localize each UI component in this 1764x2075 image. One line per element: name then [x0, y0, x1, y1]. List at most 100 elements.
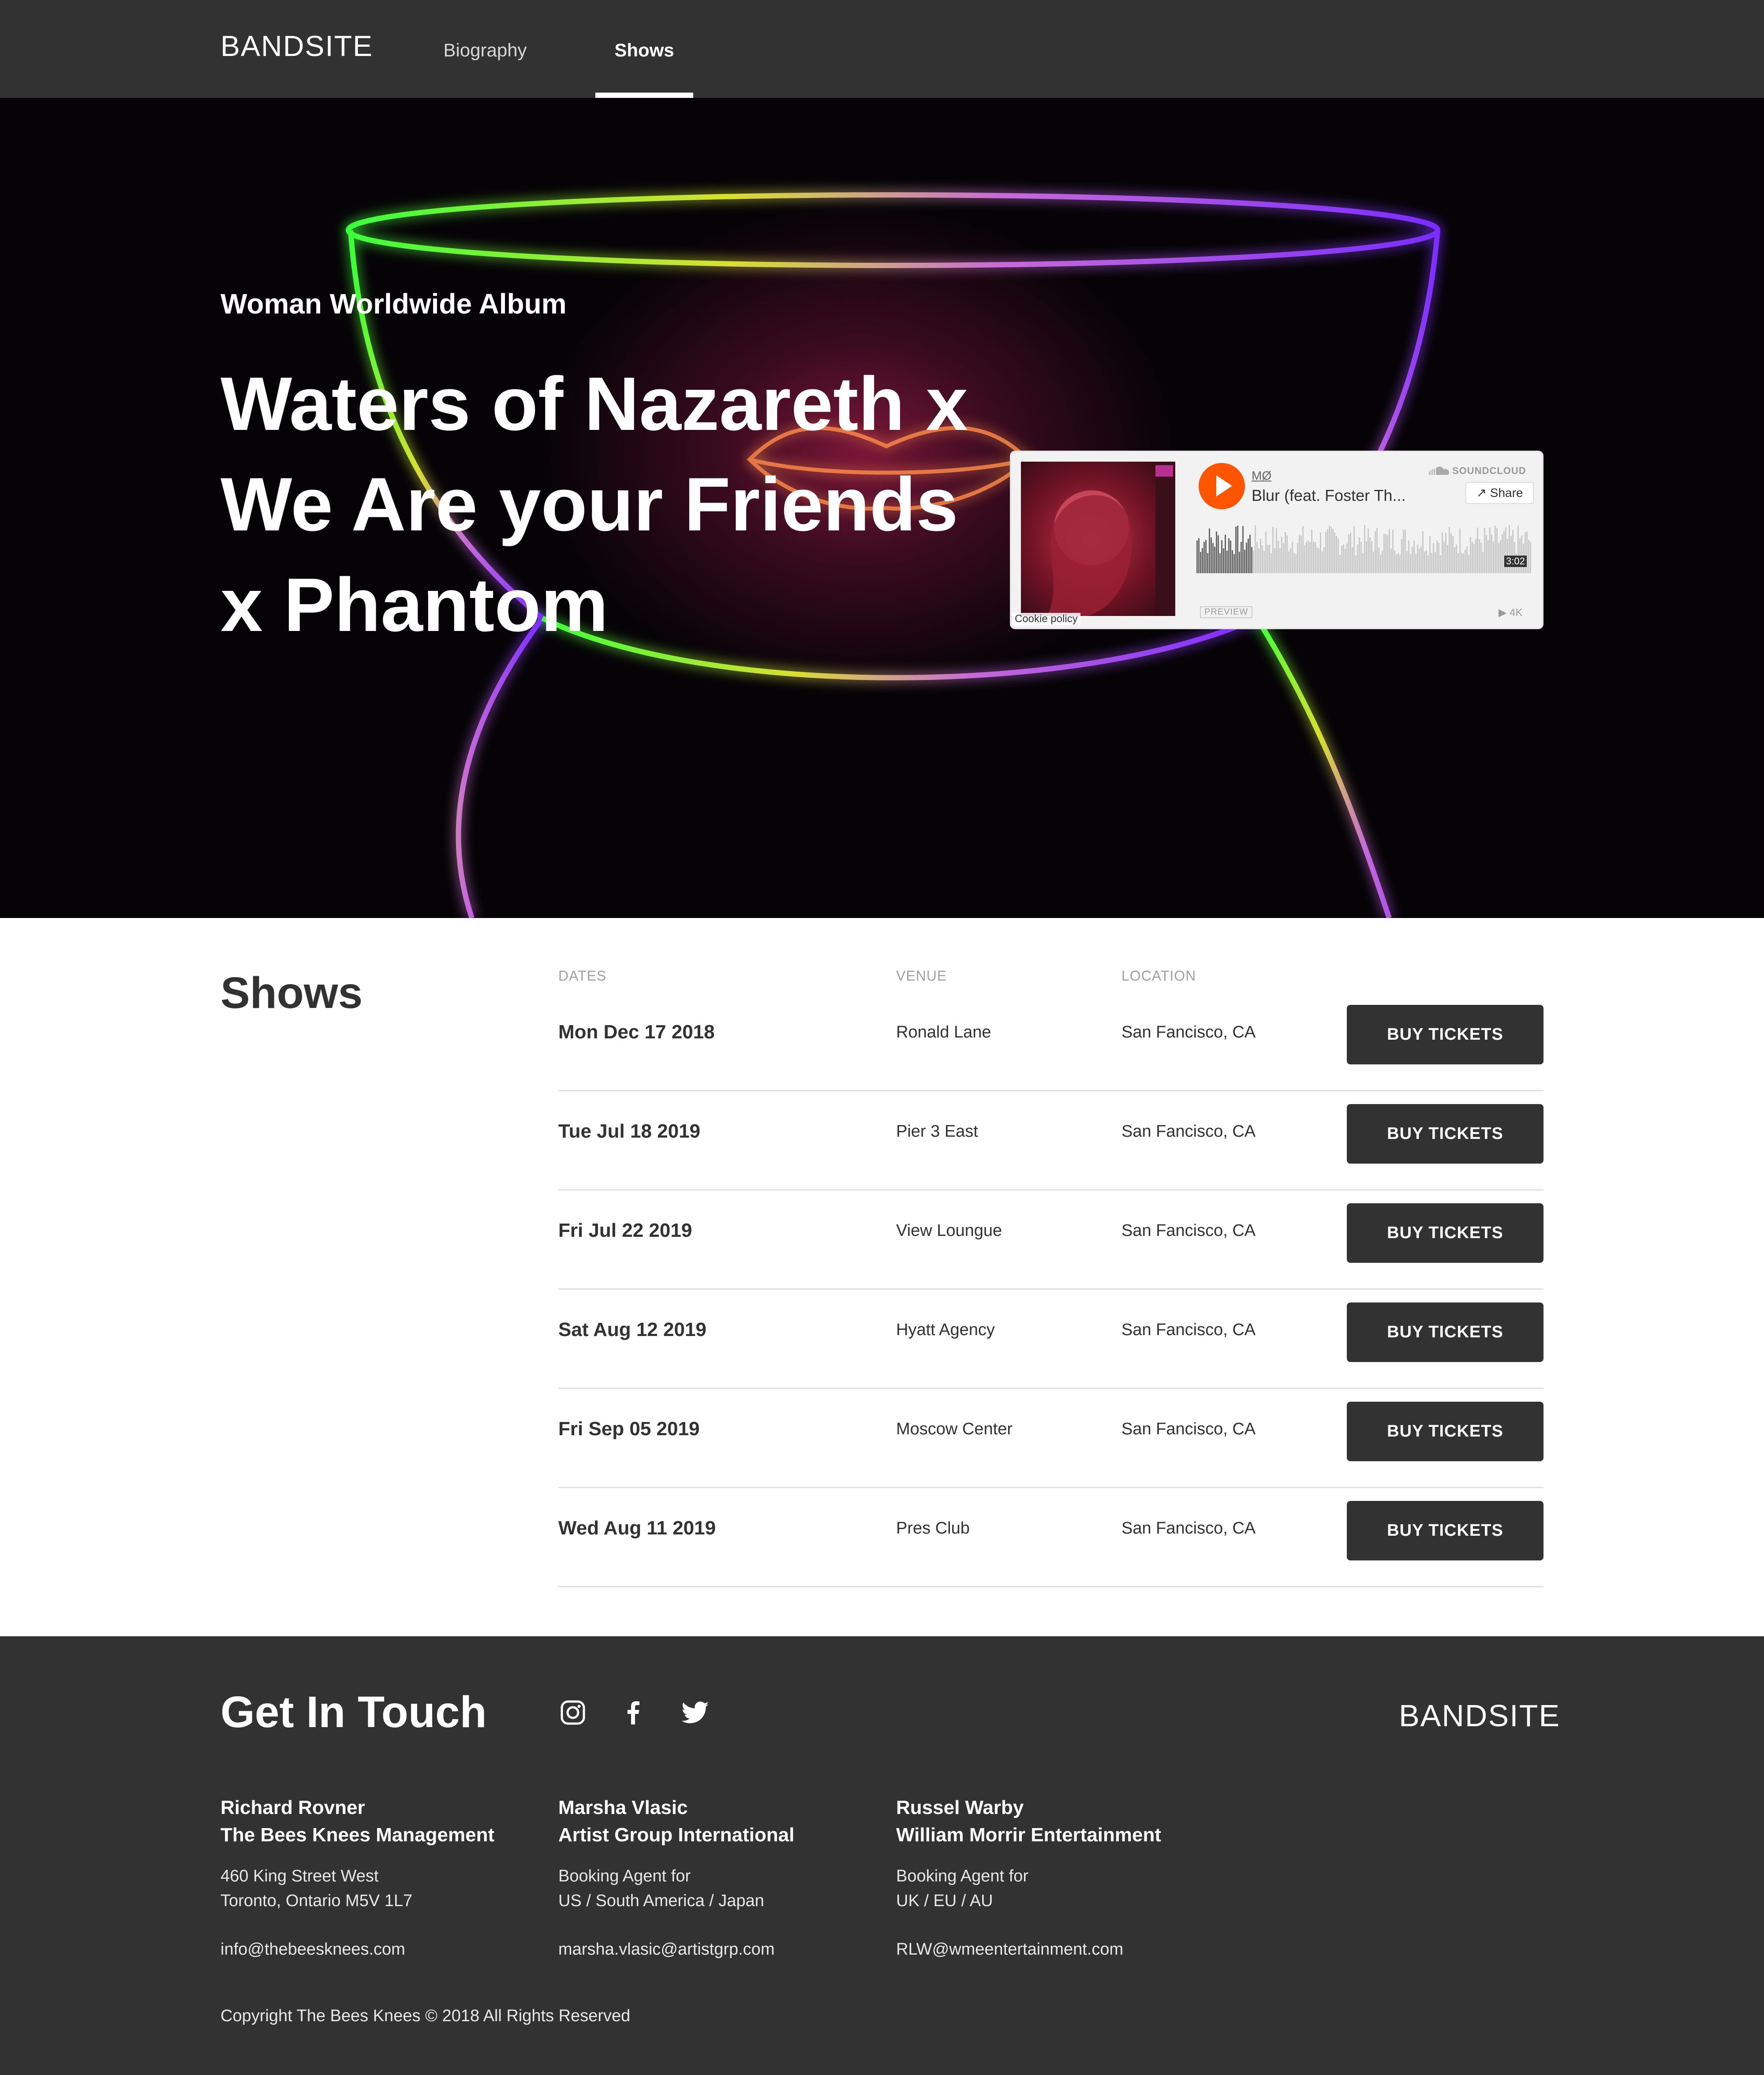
- waveform-bar: [1420, 546, 1422, 573]
- album-cover-artwork: [1047, 462, 1175, 616]
- waveform-bar: [1304, 545, 1305, 573]
- waveform-bar: [1269, 545, 1270, 573]
- waveform-bar: [1263, 551, 1265, 573]
- waveform-bar: [1325, 532, 1327, 573]
- contact-email-link[interactable]: RLW@wmeentertainment.com: [896, 1937, 1222, 1962]
- soundcloud-brand[interactable]: SOUNDCLOUD: [1452, 465, 1526, 477]
- waveform-bar: [1244, 549, 1245, 573]
- show-row: Fri Jul 22 2019 View Loungue San Fancisc…: [558, 1191, 1544, 1290]
- waveform-bar: [1225, 534, 1226, 573]
- contact-email-link[interactable]: info@thebeesknees.com: [220, 1937, 547, 1962]
- waveform-bar: [1360, 542, 1362, 573]
- waveform-bar: [1214, 547, 1215, 573]
- waveform-bar: [1341, 545, 1342, 573]
- waveform-bar: [1382, 551, 1383, 573]
- facebook-icon[interactable]: [619, 1698, 648, 1727]
- hero-title: Waters of Nazareth x We Are your Friends…: [220, 362, 968, 647]
- waveform-bar: [1510, 536, 1512, 573]
- nav-link-shows[interactable]: Shows: [595, 40, 693, 61]
- buy-tickets-button[interactable]: BUY TICKETS: [1347, 1501, 1544, 1560]
- buy-tickets-button[interactable]: BUY TICKETS: [1347, 1203, 1544, 1263]
- waveform-bar: [1265, 531, 1267, 573]
- album-cover-image[interactable]: [1021, 462, 1175, 616]
- waveform-bar: [1357, 544, 1358, 573]
- footer: Get In Touch BANDSITE Richard Rovner The…: [0, 1636, 1764, 2075]
- waveform-bar: [1376, 528, 1378, 573]
- copyright-text: Copyright The Bees Knees © 2018 All Righ…: [220, 2007, 631, 2025]
- column-header-venue: VENUE: [896, 968, 947, 984]
- waveform-bar: [1200, 552, 1201, 573]
- show-date: Mon Dec 17 2018: [558, 1021, 715, 1043]
- cookie-policy-link[interactable]: Cookie policy: [1012, 613, 1080, 625]
- waveform-bar: [1371, 541, 1372, 573]
- waveform-bar: [1378, 547, 1379, 573]
- waveform-bar: [1262, 545, 1263, 573]
- waveform-bar: [1306, 542, 1307, 573]
- active-nav-indicator: [595, 93, 693, 98]
- buy-tickets-button[interactable]: BUY TICKETS: [1347, 1402, 1544, 1461]
- waveform-bar: [1442, 532, 1443, 573]
- site-logo[interactable]: BANDSITE: [220, 29, 373, 63]
- contact-email-link[interactable]: marsha.vlasic@artistgrp.com: [558, 1937, 885, 1962]
- contact-organization: The Bees Knees Management: [220, 1824, 495, 1846]
- show-date: Fri Jul 22 2019: [558, 1220, 692, 1241]
- show-location: San Fancisco, CA: [1121, 1321, 1256, 1339]
- waveform-bar: [1283, 543, 1284, 573]
- share-button[interactable]: ↗ Share: [1465, 482, 1534, 504]
- buy-tickets-button[interactable]: BUY TICKETS: [1347, 1005, 1544, 1064]
- waveform-bar: [1396, 554, 1397, 573]
- waveform-bar: [1309, 542, 1311, 573]
- waveform-bar: [1528, 540, 1529, 573]
- waveform-bar: [1316, 547, 1318, 573]
- waveform-bar: [1470, 537, 1471, 573]
- waveform-scrubber[interactable]: [1196, 525, 1532, 586]
- waveform-bar: [1410, 554, 1411, 573]
- waveform-bar: [1295, 554, 1297, 573]
- instagram-icon[interactable]: [558, 1698, 587, 1727]
- waveform-bar: [1525, 532, 1526, 573]
- show-location: San Fancisco, CA: [1121, 1023, 1256, 1041]
- show-date: Sat Aug 12 2019: [558, 1319, 706, 1340]
- waveform-bar: [1315, 542, 1316, 573]
- play-button[interactable]: [1199, 463, 1245, 509]
- track-artist-link[interactable]: MØ: [1252, 469, 1271, 483]
- waveform-bar: [1486, 535, 1487, 573]
- waveform-bar: [1450, 533, 1452, 573]
- waveform-bar: [1219, 553, 1221, 573]
- buy-tickets-button[interactable]: BUY TICKETS: [1347, 1104, 1544, 1164]
- waveform-bar: [1440, 555, 1441, 573]
- show-row: Tue Jul 18 2019 Pier 3 East San Fancisco…: [558, 1091, 1544, 1191]
- waveform-bar: [1493, 541, 1494, 573]
- waveform-bar: [1348, 534, 1349, 573]
- waveform-bar: [1276, 528, 1277, 573]
- waveform-bar: [1385, 534, 1387, 573]
- waveform-bar: [1216, 531, 1217, 573]
- contact-name: Russel Warby: [896, 1797, 1024, 1818]
- show-date: Fri Sep 05 2019: [558, 1418, 700, 1440]
- show-row: Sat Aug 12 2019 Hyatt Agency San Fancisc…: [558, 1290, 1544, 1389]
- waveform-bar: [1230, 540, 1231, 573]
- share-label: Share: [1490, 486, 1523, 500]
- waveform-bar: [1359, 537, 1360, 573]
- waveform-bar: [1209, 528, 1210, 573]
- show-location: San Fancisco, CA: [1121, 1122, 1256, 1141]
- get-in-touch-heading: Get In Touch: [220, 1687, 487, 1737]
- waveform-bar: [1343, 544, 1344, 573]
- waveform-bar: [1285, 532, 1286, 573]
- waveform-bar: [1241, 541, 1242, 573]
- twitter-icon[interactable]: [681, 1698, 710, 1727]
- nav-link-biography[interactable]: Biography: [443, 40, 527, 61]
- waveform-bar: [1461, 553, 1462, 573]
- contact-detail-line: 460 King Street West: [220, 1867, 379, 1885]
- show-venue: Pier 3 East: [896, 1122, 978, 1141]
- waveform-bar: [1301, 535, 1302, 573]
- waveform-bar: [1458, 553, 1459, 573]
- waveform-bar: [1302, 526, 1304, 573]
- footer-logo[interactable]: BANDSITE: [1399, 1698, 1560, 1733]
- waveform-bar: [1521, 535, 1522, 573]
- track-title[interactable]: Blur (feat. Foster Th...: [1252, 486, 1405, 505]
- buy-tickets-button[interactable]: BUY TICKETS: [1347, 1302, 1544, 1362]
- waveform-bar: [1248, 538, 1249, 573]
- show-venue: Pres Club: [896, 1519, 970, 1538]
- waveform-bar: [1346, 543, 1348, 573]
